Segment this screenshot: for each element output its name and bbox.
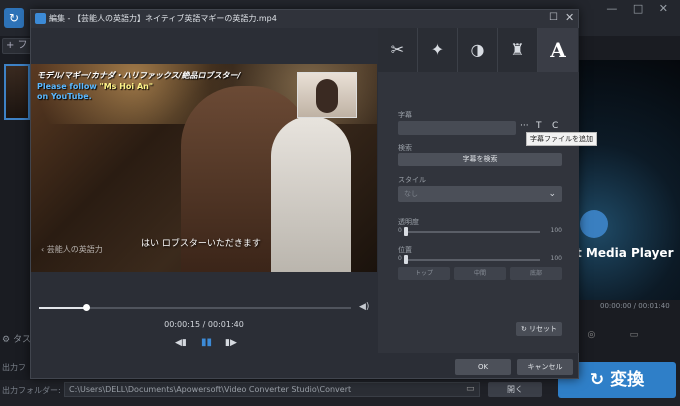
c-subtitle-button[interactable]: C: [552, 121, 558, 131]
edit-panel: ✂ ✦ ◑ ♜ A 字幕 ··· T C 字幕ファイルを追加 検索 字幕を検索 …: [378, 28, 597, 353]
task-label: ⚙ タス: [2, 332, 31, 345]
seek-bar-fill: [39, 307, 86, 309]
style-select[interactable]: なし ⌄: [398, 186, 562, 202]
tab-adjust-brightness-icon[interactable]: ◑: [458, 28, 498, 72]
time-display: 00:00:15 / 00:01:40: [31, 320, 377, 329]
add-file-button[interactable]: + フ: [2, 38, 32, 54]
close-icon[interactable]: ✕: [565, 11, 574, 24]
ok-button[interactable]: OK: [455, 359, 511, 375]
position-track[interactable]: [404, 259, 540, 261]
preview-tools[interactable]: ◎ ▭: [576, 330, 680, 348]
chevron-down-icon: ⌄: [548, 189, 556, 199]
edit-tabs: ✂ ✦ ◑ ♜ A: [378, 28, 579, 72]
preview-text: t Media Player: [576, 246, 674, 260]
position-thumb[interactable]: [404, 255, 408, 264]
video-inset: [297, 72, 357, 118]
position-label: 位置: [398, 246, 412, 254]
search-subtitle-button[interactable]: 字幕を検索: [398, 153, 562, 166]
time-separator: /: [200, 320, 208, 329]
position-slider[interactable]: 0 100: [398, 255, 562, 265]
watermark-text: 芸能人の英語力: [46, 245, 103, 254]
subtitle-label: 字幕: [398, 111, 412, 119]
position-bottom-button[interactable]: 底部: [510, 267, 562, 280]
opacity-thumb[interactable]: [404, 227, 408, 236]
video-subtitle: はい ロブスターいただきます: [141, 239, 261, 249]
subtitle-file-field[interactable]: [398, 121, 516, 135]
tab-watermark-stamp-icon[interactable]: ♜: [498, 28, 538, 72]
style-label: スタイル: [398, 176, 426, 184]
position-top-button[interactable]: トップ: [398, 267, 450, 280]
browse-subtitle-button[interactable]: ···: [520, 121, 529, 131]
search-label: 検索: [398, 144, 412, 152]
text-subtitle-button[interactable]: T: [536, 121, 542, 131]
video-caption-top: モデル/マギー/カナダ・ハリファックス/絶品ロブスター/: [37, 71, 241, 80]
video-caption-follow: Please follow "Ms Hoi An" on YouTube.: [37, 82, 153, 102]
edit-dialog: 編集 - 【芸能人の英語力】ネイティブ英語マギーの英語力.mp4 ☐ ✕ モデル…: [30, 9, 597, 379]
file-thumbnail[interactable]: [4, 64, 30, 120]
opacity-slider[interactable]: 0 100: [398, 227, 562, 237]
seek-handle[interactable]: [82, 304, 90, 311]
app-logo-icon: [35, 13, 46, 24]
output-path-field[interactable]: C:\Users\DELL\Documents\Apowersoft\Video…: [64, 382, 480, 397]
caption-youtube: on YouTube.: [37, 92, 92, 101]
opacity-max: 100: [550, 227, 562, 234]
folder-icon[interactable]: ▭: [466, 384, 475, 394]
video-preview[interactable]: モデル/マギー/カナダ・ハリファックス/絶品ロブスター/ Please foll…: [31, 64, 377, 272]
position-middle-button[interactable]: 中間: [454, 267, 506, 280]
volume-icon[interactable]: ◀): [359, 302, 369, 312]
cancel-button[interactable]: キャンセル: [517, 359, 573, 375]
reset-label: リセット: [529, 325, 558, 333]
next-frame-icon[interactable]: ▮▶: [225, 338, 237, 348]
current-time: 00:00:15: [164, 320, 201, 329]
task-text: タス: [12, 335, 31, 345]
app-logo-icon: ↻: [4, 8, 24, 28]
opacity-track[interactable]: [404, 231, 540, 233]
video-watermark: ‹ 芸能人の英語力: [41, 244, 103, 255]
total-time: 00:01:40: [207, 320, 244, 329]
reset-icon: ↻: [520, 325, 530, 333]
position-min: 0: [398, 255, 402, 262]
video-coat: [271, 116, 351, 272]
tab-subtitle-text-icon[interactable]: A: [538, 28, 578, 72]
play-icon[interactable]: [580, 210, 608, 238]
add-subtitle-tooltip: 字幕ファイルを追加: [526, 132, 597, 146]
open-folder-button[interactable]: 開く: [488, 382, 542, 397]
window-controls[interactable]: — □ ✕: [606, 2, 674, 15]
tab-effect-magic-wand-icon[interactable]: ✦: [418, 28, 458, 72]
tab-crop-scissors-icon[interactable]: ✂: [378, 28, 418, 72]
caption-channel-name: "Ms Hoi An": [99, 82, 153, 91]
style-value: なし: [404, 190, 418, 198]
caption-follow-text: Please follow: [37, 82, 100, 91]
convert-label: 変換: [610, 370, 645, 390]
opacity-min: 0: [398, 227, 402, 234]
previous-frame-icon[interactable]: ◀▮: [175, 338, 187, 348]
maximize-icon[interactable]: ☐: [549, 12, 558, 23]
preview-time: 00:00:00 / 00:01:40: [600, 302, 670, 310]
dialog-title: 編集 - 【芸能人の英語力】ネイティブ英語マギーの英語力.mp4: [49, 14, 277, 23]
preview-pane: t Media Player: [576, 60, 680, 300]
dialog-titlebar[interactable]: 編集 - 【芸能人の英語力】ネイティブ英語マギーの英語力.mp4 ☐ ✕: [31, 10, 578, 28]
reset-button[interactable]: ↻ リセット: [516, 322, 562, 336]
pause-icon[interactable]: ▮▮: [201, 337, 212, 348]
position-max: 100: [550, 255, 562, 262]
opacity-label: 透明度: [398, 218, 419, 226]
refresh-icon: ↻: [589, 370, 611, 390]
task-icon: ⚙: [2, 335, 13, 345]
output-folder-label: 出力フォルダー:: [2, 386, 61, 395]
inset-face: [316, 79, 338, 113]
output-format-label: 出力フ: [2, 363, 26, 372]
